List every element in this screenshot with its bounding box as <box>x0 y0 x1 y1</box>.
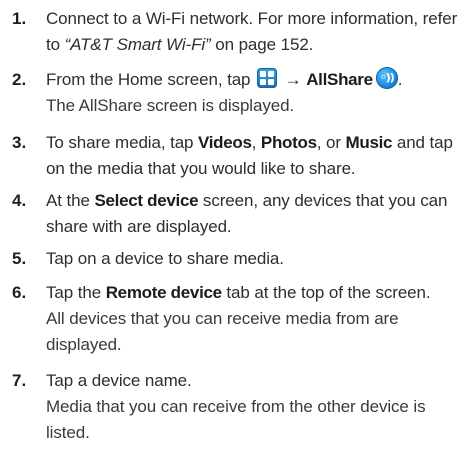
step-number: 4. <box>12 191 27 210</box>
step-number: 5. <box>12 249 27 268</box>
step-text: To share media, tap Videos, Photos, or M… <box>46 130 466 182</box>
step-note: listed. <box>46 423 90 442</box>
text-fragment: on page 152. <box>210 35 314 54</box>
text-fragment: tab at the top of the screen. <box>221 283 431 302</box>
step-number: 1. <box>12 9 27 28</box>
text-fragment: , or <box>316 133 346 152</box>
step-line: At the Select device screen, any devices… <box>46 188 466 214</box>
step-note: displayed. <box>46 335 122 354</box>
remote-device-label: Remote device <box>105 283 222 302</box>
step-text: Connect to a Wi-Fi network. For more inf… <box>46 6 466 58</box>
step-number: 3. <box>12 133 27 152</box>
text-fragment: To share media, tap <box>46 133 199 152</box>
step-line: Tap a device name. <box>46 371 192 390</box>
photos-label: Photos <box>260 133 317 152</box>
step-number: 2. <box>12 70 27 89</box>
cross-reference-link[interactable]: “AT&T Smart Wi-Fi” <box>65 35 211 54</box>
step-number: 6. <box>12 283 27 302</box>
step-line: To share media, tap Videos, Photos, or M… <box>46 130 466 156</box>
step-text: Tap the Remote device tab at the top of … <box>46 280 466 358</box>
step-number: 7. <box>12 371 27 390</box>
text-fragment: Tap the <box>46 283 106 302</box>
allshare-icon: ◦)) <box>375 67 398 89</box>
select-device-label: Select device <box>94 191 199 210</box>
step-line: Tap the Remote device tab at the top of … <box>46 280 466 306</box>
step-line: Connect to a Wi-Fi network. For more inf… <box>46 9 458 28</box>
step-note: All devices that you can receive media f… <box>46 309 399 328</box>
allshare-icon-glyph: ◦)) <box>379 71 395 84</box>
allshare-label: AllShare <box>306 70 373 89</box>
text-fragment: From the Home screen, tap <box>46 70 256 89</box>
step-text: Tap on a device to share media. <box>46 246 466 272</box>
step-note: Media that you can receive from the othe… <box>46 397 426 416</box>
music-label: Music <box>345 133 393 152</box>
step-note: The AllShare screen is displayed. <box>46 96 295 115</box>
arrow-icon: → <box>284 70 302 89</box>
step-line: share with are displayed. <box>46 217 232 236</box>
step-text: At the Select device screen, any devices… <box>46 188 466 240</box>
text-fragment: . <box>397 70 403 89</box>
text-fragment: to <box>46 35 65 54</box>
step-text: Tap a device name. Media that you can re… <box>46 368 466 446</box>
text-fragment: and tap <box>392 133 453 152</box>
step-line: on the media that you would like to shar… <box>46 159 356 178</box>
apps-grid-icon <box>257 68 278 88</box>
text-fragment: , <box>251 133 261 152</box>
step-line: Tap on a device to share media. <box>46 249 284 268</box>
videos-label: Videos <box>198 133 252 152</box>
step-line: to “AT&T Smart Wi-Fi” on page 152. <box>46 32 466 58</box>
step-text: From the Home screen, tap → AllShare ◦)).… <box>46 67 466 119</box>
text-fragment: At the <box>46 191 95 210</box>
step-line: From the Home screen, tap → AllShare ◦)). <box>46 67 466 93</box>
text-fragment: screen, any devices that you can <box>198 191 448 210</box>
